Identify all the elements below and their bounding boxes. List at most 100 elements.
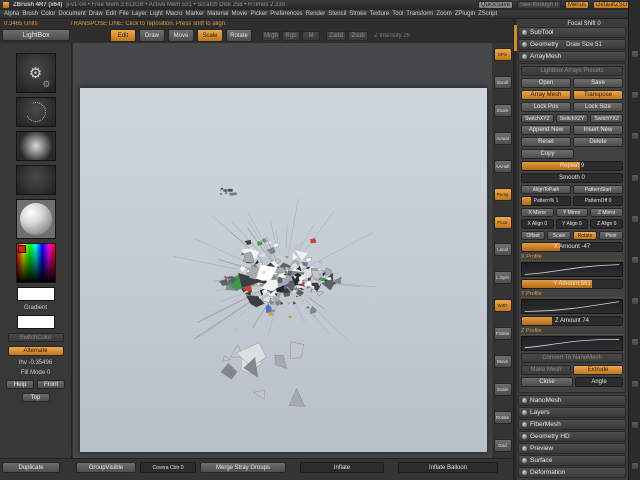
dock-icon[interactable] xyxy=(630,91,639,100)
rotate-view-button[interactable]: Rotate xyxy=(493,410,512,424)
red-swatch[interactable] xyxy=(17,245,26,253)
x-amount-slider[interactable]: X Amount -47 xyxy=(521,242,623,252)
open-button[interactable]: Open xyxy=(521,78,571,88)
brush-thumbnail[interactable]: ⚙ ⚙ xyxy=(15,53,56,93)
draw-mode-button[interactable]: Draw xyxy=(139,29,165,42)
menu-brush[interactable]: Brush xyxy=(22,11,38,17)
close-toggle[interactable]: Close xyxy=(521,377,573,387)
ihv-slider[interactable]: Ihv -0.35496 xyxy=(19,360,52,366)
x-mirror-toggle[interactable]: X Mirror xyxy=(521,208,554,217)
front-button[interactable]: Front xyxy=(37,380,65,389)
insert-new-button[interactable]: Insert New xyxy=(573,125,623,135)
menu-layer[interactable]: Layer xyxy=(132,11,147,17)
zsub-button[interactable]: Zsub xyxy=(348,31,368,41)
persp-toggle[interactable]: Persp xyxy=(493,187,512,201)
menu-zoom[interactable]: Zoom xyxy=(436,11,451,17)
menu-movie[interactable]: Movie xyxy=(232,11,248,17)
merge-stray-groups-button[interactable]: Merge Stray Groups xyxy=(200,462,286,473)
y-amount-slider[interactable]: Y Amount 561 xyxy=(521,279,623,289)
z-align-slider[interactable]: Z Align 0 xyxy=(590,219,624,229)
menu-stroke[interactable]: Stroke xyxy=(349,11,366,17)
tray-scrollbar-thumb[interactable] xyxy=(514,25,517,51)
texture-thumbnail[interactable] xyxy=(15,165,56,195)
quicksave-button[interactable]: QuickSave xyxy=(477,1,513,9)
inflate-balloon-slider[interactable]: Inflate Balloon xyxy=(398,462,498,473)
scale-mode-button[interactable]: Scale xyxy=(197,29,223,42)
save-button[interactable]: Save xyxy=(573,78,623,88)
dock-icon[interactable] xyxy=(630,379,639,388)
local-toggle[interactable]: Local xyxy=(493,243,512,257)
group-visible-button[interactable]: GroupVisible xyxy=(76,462,136,473)
dock-icon[interactable] xyxy=(630,50,639,58)
convert-to-nanomesh-button[interactable]: Convert To NanoMesh xyxy=(521,353,623,363)
grid-button[interactable]: Grid xyxy=(493,438,512,452)
material-thumbnail[interactable] xyxy=(15,199,56,239)
inflate-slider[interactable]: Inflate xyxy=(300,462,384,473)
see-through-slider[interactable]: See-through 0 xyxy=(516,1,561,9)
menu-draw[interactable]: Draw xyxy=(89,11,103,17)
lock-size-toggle[interactable]: Lock Size xyxy=(573,102,623,112)
rotate-mode-button[interactable]: Rotate xyxy=(226,29,252,42)
stroke-thumbnail[interactable] xyxy=(15,97,56,127)
lightbox-button[interactable]: LightBox xyxy=(2,29,70,41)
top-button[interactable]: Top xyxy=(21,393,50,402)
reset-button[interactable]: Reset xyxy=(521,137,571,147)
pattern-off-slider[interactable]: PatternOff 0 xyxy=(573,196,623,206)
subtool-section-header[interactable]: SubTool xyxy=(518,27,626,38)
surface-section-header[interactable]: Surface xyxy=(518,455,626,466)
transpose-toggle[interactable]: Transpose xyxy=(573,90,623,100)
lock-pos-toggle[interactable]: Lock Pos xyxy=(521,102,571,112)
menu-macro[interactable]: Macro xyxy=(166,11,183,17)
menu-light[interactable]: Light xyxy=(150,11,163,17)
lsym-toggle[interactable]: L.Sym xyxy=(493,271,512,285)
y-profile-label[interactable]: Y Profile xyxy=(521,291,623,298)
menu-file[interactable]: File xyxy=(119,11,129,17)
alpha-thumbnail[interactable] xyxy=(15,131,56,161)
dock-icon[interactable] xyxy=(630,420,639,429)
fill-mode-slider[interactable]: Fill Mode 0 xyxy=(21,370,50,376)
menu-stencil[interactable]: Stencil xyxy=(328,11,346,17)
move-view-button[interactable]: Move xyxy=(493,355,512,369)
pivot-tab[interactable]: Pivot xyxy=(599,231,623,240)
extrude-toggle[interactable]: Extrude xyxy=(573,365,623,375)
switch-color-button[interactable]: SwitchColor xyxy=(7,333,64,342)
fibermesh-section-header[interactable]: FiberMesh xyxy=(518,419,626,430)
menu-zscript[interactable]: ZScript xyxy=(478,11,497,17)
gradient-label[interactable]: Gradient xyxy=(24,305,47,311)
lightbox-arrays-presets-button[interactable]: Lightbox Arrays Presets xyxy=(521,66,623,76)
layers-section-header[interactable]: Layers xyxy=(518,407,626,418)
dock-icon[interactable] xyxy=(630,338,639,347)
dock-icon[interactable] xyxy=(630,255,639,264)
x-profile-curve-editor[interactable] xyxy=(521,262,623,277)
offset-tab[interactable]: Offset xyxy=(521,231,545,240)
z-intensity-slider[interactable]: Z Intensity 25 xyxy=(374,33,410,39)
actual-button[interactable]: Actual xyxy=(493,131,512,145)
menu-texture[interactable]: Texture xyxy=(370,11,390,17)
rotate-tab[interactable]: Rotate xyxy=(573,231,597,240)
align-to-path-toggle[interactable]: AlignToPath xyxy=(521,185,571,194)
repeat-slider[interactable]: Repeat 9 xyxy=(521,161,623,171)
dock-icon[interactable] xyxy=(630,461,639,470)
z-profile-curve-editor[interactable] xyxy=(521,336,623,351)
dock-icon[interactable] xyxy=(630,214,639,223)
menu-picker[interactable]: Picker xyxy=(251,11,268,17)
angle-slider[interactable]: Angle xyxy=(575,377,623,387)
m-button[interactable]: M xyxy=(302,31,320,41)
move-mode-button[interactable]: Move xyxy=(168,29,194,42)
menu-color[interactable]: Color xyxy=(41,11,55,17)
menu-edit[interactable]: Edit xyxy=(106,11,116,17)
help-button[interactable]: Help xyxy=(6,380,34,389)
dock-icon[interactable] xyxy=(630,132,639,141)
floor-toggle[interactable]: Floor xyxy=(493,215,512,229)
preview-section-header[interactable]: Preview xyxy=(518,443,626,454)
geometry-hd-section-header[interactable]: Geometry HD xyxy=(518,431,626,442)
zadd-button[interactable]: Zadd xyxy=(326,31,346,41)
z-amount-slider[interactable]: Z Amount 74 xyxy=(521,316,623,326)
x-align-slider[interactable]: X Align 0 xyxy=(521,219,554,229)
array-mesh-toggle[interactable]: Array Mesh xyxy=(521,90,571,100)
document-canvas[interactable] xyxy=(79,87,488,453)
copy-button[interactable]: Copy xyxy=(521,149,574,159)
menu-transform[interactable]: Transform xyxy=(406,11,433,17)
pattern-start-toggle[interactable]: PatternStart xyxy=(573,185,623,194)
switch-xzy-button[interactable]: SwitchXZY xyxy=(555,114,589,123)
